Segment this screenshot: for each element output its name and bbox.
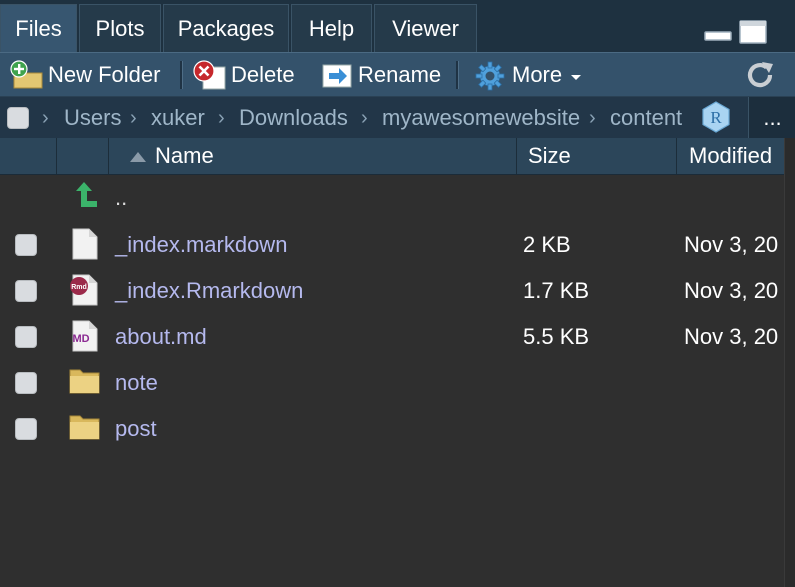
size-column-header[interactable]: Size <box>517 138 677 174</box>
table-row: Rmd _index.Rmarkdown 1.7 KB Nov 3, 20 <box>0 268 795 314</box>
chevron-right-icon: › <box>218 106 225 129</box>
overflow-label: ... <box>763 105 782 130</box>
row-checkbox[interactable] <box>15 326 37 348</box>
file-name-link[interactable]: _index.Rmarkdown <box>115 268 303 314</box>
minimize-pane-icon[interactable] <box>704 20 732 47</box>
tab-label: Files <box>15 15 62 41</box>
tab-label: Plots <box>95 15 145 41</box>
file-modified: Nov 3, 20 <box>684 232 779 257</box>
new-folder-button[interactable]: New Folder <box>10 53 160 97</box>
size-column-label: Size <box>528 143 571 168</box>
toolbar-divider <box>180 61 183 89</box>
file-modified: Nov 3, 20 <box>684 324 779 349</box>
table-row: MD about.md 5.5 KB Nov 3, 20 <box>0 314 795 360</box>
table-row: post <box>0 406 795 452</box>
md-file-icon: MD <box>68 314 102 360</box>
name-column-label: Name <box>155 143 214 168</box>
breadcrumb: › Users › xuker › Downloads › myawesomew… <box>0 96 795 139</box>
go-up-arrow-icon <box>70 175 104 221</box>
breadcrumb-xuker[interactable]: xuker <box>151 97 205 139</box>
sort-ascending-icon <box>129 143 147 169</box>
chevron-right-icon: › <box>42 106 49 129</box>
breadcrumb-content[interactable]: content <box>610 97 682 139</box>
modified-column-header[interactable]: Modified <box>677 138 795 174</box>
new-folder-label: New Folder <box>48 62 161 87</box>
file-size: 5.5 KB <box>523 324 590 349</box>
rmd-file-icon: Rmd <box>68 268 102 314</box>
folder-name-link[interactable]: note <box>115 360 158 406</box>
tab-plots[interactable]: Plots <box>79 4 161 52</box>
tab-packages[interactable]: Packages <box>163 4 289 52</box>
file-list-header: Name Size Modified <box>0 138 795 175</box>
file-name-link[interactable]: about.md <box>115 314 207 360</box>
vertical-scrollbar[interactable] <box>784 138 795 587</box>
folder-name-link[interactable]: post <box>115 406 157 452</box>
file-size: 1.7 KB <box>523 278 590 303</box>
breadcrumb-downloads[interactable]: Downloads <box>239 97 348 139</box>
folder-icon <box>68 360 102 406</box>
delete-button[interactable]: Delete <box>193 53 295 97</box>
name-column-header[interactable]: Name <box>109 138 517 174</box>
select-all-checkbox[interactable] <box>7 107 29 129</box>
file-modified: Nov 3, 20 <box>684 278 779 303</box>
files-toolbar: New Folder Delete Rename More <box>0 52 795 97</box>
rename-button[interactable]: Rename <box>320 53 441 97</box>
table-row: _index.markdown 2 KB Nov 3, 20 <box>0 222 795 268</box>
delete-label: Delete <box>231 62 295 87</box>
tab-viewer[interactable]: Viewer <box>374 4 477 52</box>
chevron-down-icon <box>570 62 582 88</box>
row-checkbox[interactable] <box>15 280 37 302</box>
new-folder-icon <box>10 60 43 90</box>
svg-text:MD: MD <box>72 333 89 345</box>
parent-directory-link[interactable]: .. <box>115 175 127 221</box>
tab-label: Viewer <box>392 15 459 41</box>
parent-directory-row[interactable]: .. <box>0 175 795 221</box>
tab-label: Help <box>308 15 355 41</box>
row-checkbox[interactable] <box>15 372 37 394</box>
rename-label: Rename <box>358 62 442 87</box>
maximize-pane-icon[interactable] <box>739 20 767 49</box>
type-column-header[interactable] <box>57 138 109 174</box>
breadcrumb-users[interactable]: Users <box>64 97 121 139</box>
chevron-right-icon: › <box>130 106 137 129</box>
folder-icon <box>68 406 102 452</box>
rename-icon <box>320 60 352 90</box>
file-size: 2 KB <box>523 232 571 257</box>
row-checkbox[interactable] <box>15 418 37 440</box>
svg-text:Rmd: Rmd <box>71 284 87 291</box>
svg-text:R: R <box>710 108 722 127</box>
tab-help[interactable]: Help <box>291 4 372 52</box>
modified-column-label: Modified <box>689 143 773 168</box>
tab-files[interactable]: Files <box>0 4 77 52</box>
chevron-right-icon: › <box>589 106 596 129</box>
pane-tab-bar: Files Plots Packages Help Viewer <box>0 0 795 52</box>
more-menu-button[interactable]: More <box>474 53 582 97</box>
delete-icon <box>193 60 226 90</box>
gear-icon <box>474 60 505 91</box>
more-label: More <box>512 62 563 87</box>
file-name-link[interactable]: _index.markdown <box>115 222 287 268</box>
table-row: note <box>0 360 795 406</box>
chevron-right-icon: › <box>361 106 368 129</box>
document-icon <box>68 222 102 268</box>
tab-label: Packages <box>177 15 275 41</box>
go-to-project-directory-icon[interactable]: R <box>700 101 732 138</box>
toolbar-divider <box>456 61 459 89</box>
row-checkbox[interactable] <box>15 234 37 256</box>
breadcrumb-overflow-button[interactable]: ... <box>748 97 795 139</box>
refresh-icon[interactable] <box>744 59 776 96</box>
checkbox-column-header <box>0 138 57 174</box>
breadcrumb-myawesomewebsite[interactable]: myawesomewebsite <box>382 97 580 139</box>
